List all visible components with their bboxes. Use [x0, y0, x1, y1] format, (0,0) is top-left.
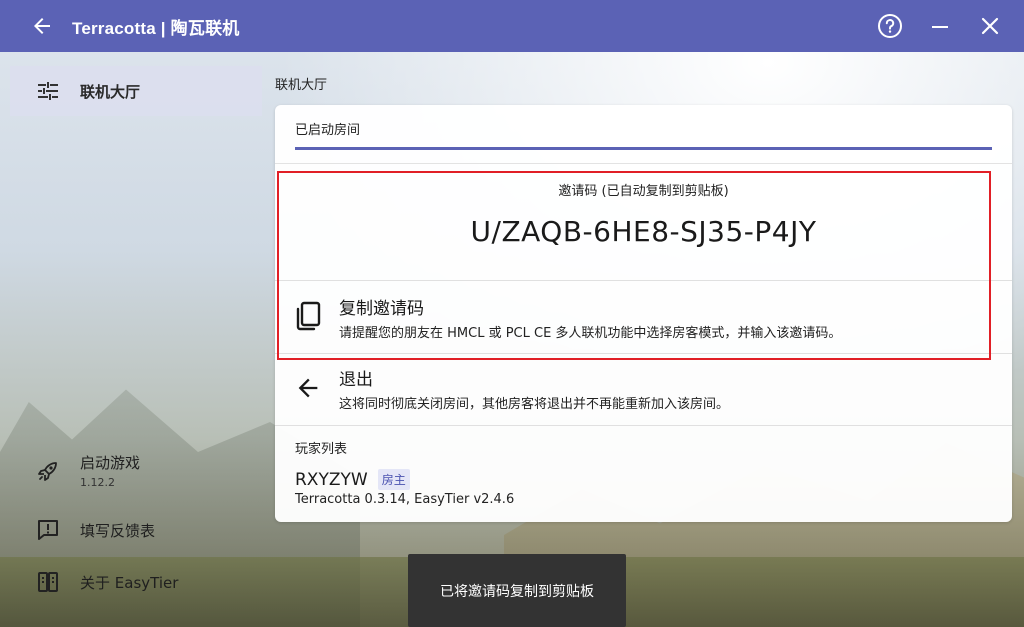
player-client-info: Terracotta 0.3.14, EasyTier v2.4.6: [295, 492, 515, 507]
game-version: 1.12.2: [80, 476, 115, 489]
title-bar: Terracotta | 陶瓦联机: [0, 0, 1024, 52]
player-list-title: 玩家列表: [295, 442, 348, 457]
sidebar-item-launch-game[interactable]: 启动游戏 1.12.2: [10, 452, 262, 489]
book-icon: [36, 570, 60, 594]
sidebar-item-about-easytier[interactable]: 关于 EasyTier: [10, 570, 262, 594]
feedback-icon: [36, 518, 60, 542]
divider: [275, 163, 1012, 164]
sidebar: 联机大厅 启动游戏 1.12.2 填写反馈表 关于 EasyTier: [10, 66, 262, 627]
sidebar-item-label: 关于 EasyTier: [80, 573, 179, 592]
tune-sliders-icon: [36, 79, 60, 103]
sidebar-item-label: 联机大厅: [80, 82, 141, 101]
sidebar-item-feedback[interactable]: 填写反馈表: [10, 518, 262, 542]
invite-highlight-box: [277, 171, 991, 360]
divider: [275, 425, 1012, 426]
rocket-icon: [36, 459, 60, 483]
exit-room-button[interactable]: 退出 这将同时彻底关闭房间，其他房客将退出并不再能重新加入该房间。: [275, 358, 1012, 418]
host-badge: 房主: [377, 469, 410, 490]
minimize-button[interactable]: [920, 6, 960, 46]
arrow-left-icon: [34, 18, 50, 34]
back-button[interactable]: [22, 6, 62, 46]
window-title: Terracotta | 陶瓦联机: [72, 18, 240, 38]
toast-message: 已将邀请码复制到剪贴板: [440, 583, 594, 600]
close-button[interactable]: [970, 6, 1010, 46]
close-icon: [981, 17, 999, 35]
sidebar-item-lobby[interactable]: 联机大厅: [10, 66, 262, 116]
help-circle-icon: [878, 14, 902, 38]
exit-action-description: 这将同时彻底关闭房间，其他房客将退出并不再能重新加入该房间。: [339, 396, 730, 412]
player-row: RXYZYW 房主: [295, 469, 410, 490]
exit-action-title: 退出: [339, 369, 373, 390]
toast-notification: 已将邀请码复制到剪贴板: [408, 554, 626, 627]
arrow-left-icon: [291, 371, 325, 405]
help-button[interactable]: [870, 6, 910, 46]
tab-started-room[interactable]: 已启动房间: [295, 119, 360, 138]
room-card: 已启动房间 邀请码 (已自动复制到剪贴板) U/ZAQB-6HE8-SJ35-P…: [275, 105, 1012, 522]
sidebar-item-label: 启动游戏: [80, 454, 141, 472]
minimize-icon: [932, 26, 948, 28]
section-title: 联机大厅: [275, 78, 328, 93]
sidebar-item-label: 填写反馈表: [80, 521, 156, 540]
tab-indicator: [295, 147, 992, 150]
player-name: RXYZYW: [295, 469, 368, 490]
